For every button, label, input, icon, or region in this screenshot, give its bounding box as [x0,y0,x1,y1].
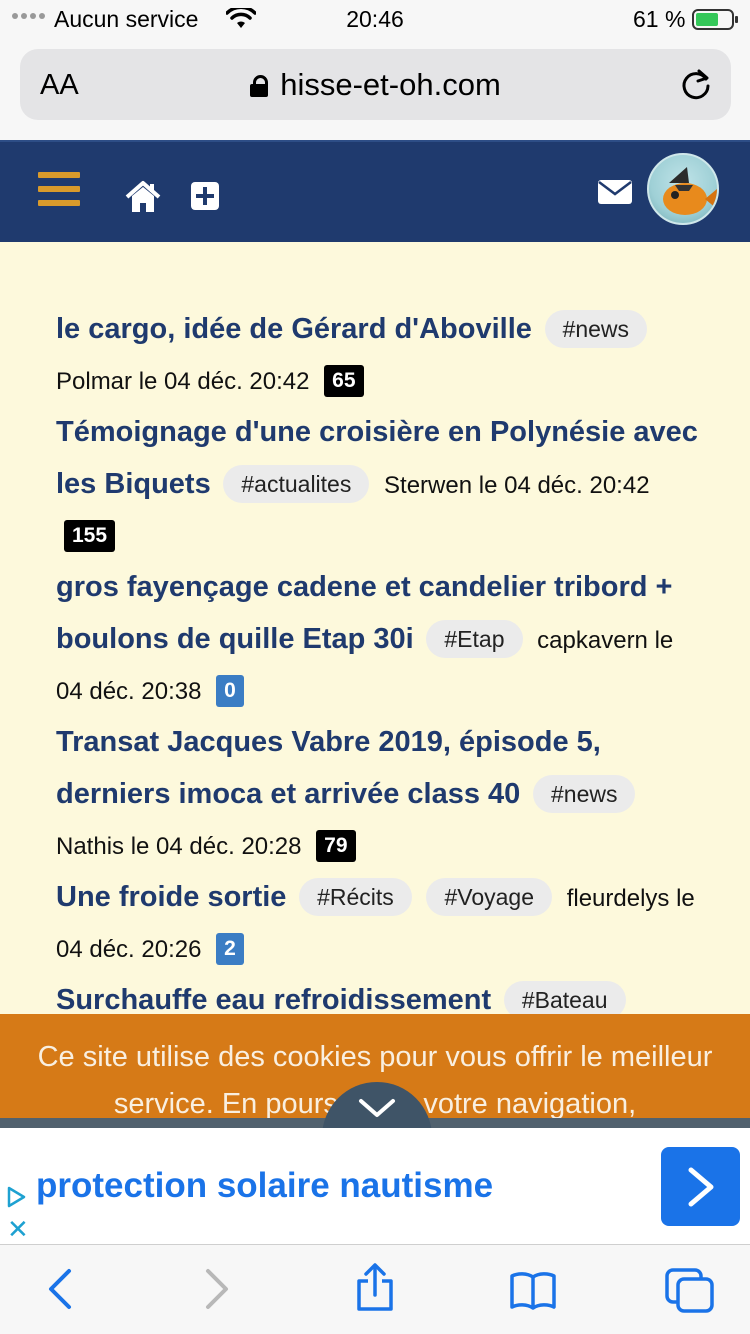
share-icon[interactable] [355,1263,395,1313]
adchoices-icon[interactable] [6,1186,26,1208]
list-item: gros fayençage cadene et candelier tribo… [56,562,706,717]
avatar[interactable] [647,153,719,225]
list-item: Une froide sortie #Récits #Voyage fleurd… [56,872,706,975]
topic-tag[interactable]: #Bateau [503,981,626,1014]
tabs-icon[interactable] [664,1267,716,1315]
site-header [0,140,750,242]
topic-list: le cargo, idée de Gérard d'Aboville #new… [56,304,706,1014]
list-item: Témoignage d'une croisière en Polynésie … [56,407,706,562]
envelope-icon[interactable] [598,180,632,204]
url-field[interactable]: hisse-et-oh.com [20,67,731,103]
topic-tag[interactable]: #Voyage [426,878,553,916]
chevron-left-icon[interactable] [45,1267,75,1311]
chevron-right-icon[interactable] [202,1267,232,1311]
topic-meta: Sterwen le 04 déc. 20:42 [384,472,650,499]
close-icon[interactable]: ✕ [7,1216,29,1242]
home-icon[interactable] [125,180,161,214]
browser-address-area: AA hisse-et-oh.com [0,40,750,140]
hamburger-icon[interactable] [38,172,80,208]
browser-toolbar [0,1244,750,1334]
topic-tag[interactable]: #Récits [299,878,412,916]
address-bar[interactable]: AA hisse-et-oh.com [20,49,731,120]
battery-icon [692,9,738,30]
ad-headline[interactable]: protection solaire nautisme [36,1166,493,1206]
topic-tag[interactable]: #news [544,310,648,348]
book-icon[interactable] [509,1271,557,1311]
ad-open-button[interactable] [661,1147,740,1226]
reply-count-badge[interactable]: 155 [64,520,116,552]
ad-banner[interactable]: ✕ protection solaire nautisme [0,1128,750,1244]
plus-square-icon[interactable] [191,182,219,210]
topic-title-link[interactable]: Surchauffe eau refroidissement [56,984,491,1014]
reply-count-badge[interactable]: 2 [216,933,244,965]
chevron-right-icon [688,1167,714,1207]
list-item: le cargo, idée de Gérard d'Aboville #new… [56,304,706,407]
topic-tag[interactable]: #actualites [223,465,370,503]
topic-meta: Polmar le 04 déc. 20:42 [56,368,310,395]
topic-list-area: le cargo, idée de Gérard d'Aboville #new… [0,242,750,1014]
reply-count-badge[interactable]: 0 [216,675,244,707]
reply-count-badge[interactable]: 65 [324,365,364,397]
topic-meta: Nathis le 04 déc. 20:28 [56,833,302,860]
topic-tag[interactable]: #news [532,775,636,813]
lock-icon [250,75,269,97]
battery-percent: 61 % [633,6,686,32]
list-item: Surchauffe eau refroidissement #Bateau [56,975,706,1014]
status-bar: Aucun service 20:46 61 % [0,0,750,40]
chevron-down-icon [359,1099,395,1117]
reload-icon[interactable] [679,67,713,101]
topic-title-link[interactable]: Une froide sortie [56,881,286,913]
url-text: hisse-et-oh.com [280,67,501,102]
list-item: Transat Jacques Vabre 2019, épisode 5, d… [56,717,706,872]
topic-tag[interactable]: #Etap [426,620,523,658]
topic-title-link[interactable]: le cargo, idée de Gérard d'Aboville [56,313,532,345]
topic-title-link[interactable]: Transat Jacques Vabre 2019, épisode 5, d… [56,726,601,810]
reply-count-badge[interactable]: 79 [316,830,356,862]
